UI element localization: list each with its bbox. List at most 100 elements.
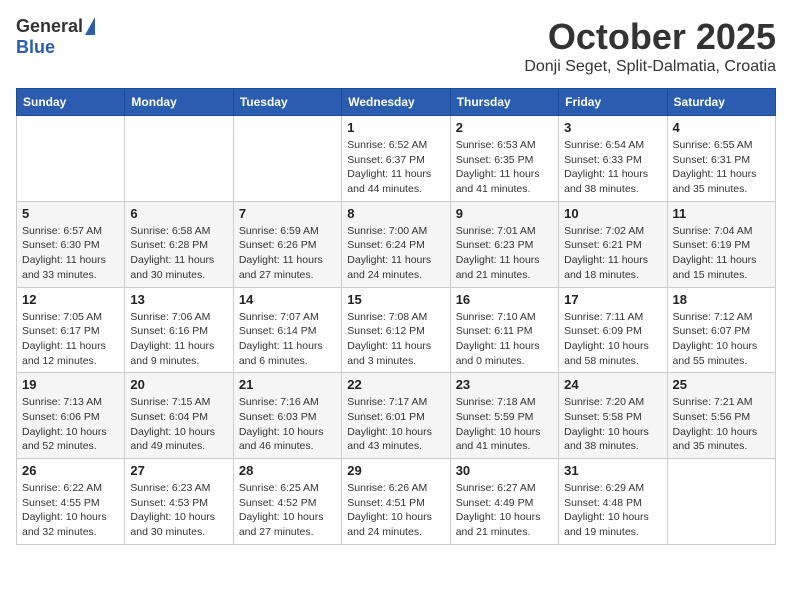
day-info: Sunrise: 7:12 AM Sunset: 6:07 PM Dayligh…: [673, 310, 770, 369]
calendar-cell: 31 Sunrise: 6:29 AM Sunset: 4:48 PM Dayli…: [559, 459, 667, 545]
calendar-week-row: 19 Sunrise: 7:13 AM Sunset: 6:06 PM Dayli…: [17, 373, 776, 459]
day-info: Sunrise: 6:29 AM Sunset: 4:48 PM Dayligh…: [564, 481, 661, 540]
month-title: October 2025: [524, 16, 776, 58]
calendar-cell: 6 Sunrise: 6:58 AM Sunset: 6:28 PM Daylig…: [125, 201, 233, 287]
calendar-week-row: 26 Sunrise: 6:22 AM Sunset: 4:55 PM Dayli…: [17, 459, 776, 545]
calendar-cell: 20 Sunrise: 7:15 AM Sunset: 6:04 PM Dayli…: [125, 373, 233, 459]
weekday-header-sunday: Sunday: [17, 89, 125, 116]
calendar-week-row: 1Sunrise: 6:52 AM Sunset: 6:37 PM Daylig…: [17, 116, 776, 202]
calendar-cell: 26 Sunrise: 6:22 AM Sunset: 4:55 PM Dayli…: [17, 459, 125, 545]
calendar-table: SundayMondayTuesdayWednesdayThursdayFrid…: [16, 88, 776, 545]
weekday-header-friday: Friday: [559, 89, 667, 116]
day-number: 28: [239, 463, 336, 478]
weekday-header-monday: Monday: [125, 89, 233, 116]
day-number: 3: [564, 120, 661, 135]
day-number: 14: [239, 292, 336, 307]
calendar-cell: 16 Sunrise: 7:10 AM Sunset: 6:11 PM Dayli…: [450, 287, 558, 373]
page-header: General Blue October 2025 Donji Seget, S…: [16, 16, 776, 76]
day-info: Sunrise: 6:54 AM Sunset: 6:33 PM Dayligh…: [564, 138, 661, 197]
day-number: 7: [239, 206, 336, 221]
calendar-cell: 24 Sunrise: 7:20 AM Sunset: 5:58 PM Dayli…: [559, 373, 667, 459]
day-info: Sunrise: 6:26 AM Sunset: 4:51 PM Dayligh…: [347, 481, 444, 540]
day-info: Sunrise: 7:04 AM Sunset: 6:19 PM Dayligh…: [673, 224, 770, 283]
calendar-cell: 2Sunrise: 6:53 AM Sunset: 6:35 PM Daylig…: [450, 116, 558, 202]
calendar-cell: 30 Sunrise: 6:27 AM Sunset: 4:49 PM Dayli…: [450, 459, 558, 545]
day-number: 27: [130, 463, 227, 478]
weekday-header-thursday: Thursday: [450, 89, 558, 116]
day-info: Sunrise: 7:10 AM Sunset: 6:11 PM Dayligh…: [456, 310, 553, 369]
calendar-cell: 8Sunrise: 7:00 AM Sunset: 6:24 PM Daylig…: [342, 201, 450, 287]
day-info: Sunrise: 7:20 AM Sunset: 5:58 PM Dayligh…: [564, 395, 661, 454]
logo-blue-text: Blue: [16, 37, 55, 58]
logo-triangle-icon: [85, 17, 95, 35]
calendar-cell: 4Sunrise: 6:55 AM Sunset: 6:31 PM Daylig…: [667, 116, 775, 202]
day-info: Sunrise: 7:16 AM Sunset: 6:03 PM Dayligh…: [239, 395, 336, 454]
day-number: 19: [22, 377, 119, 392]
day-number: 16: [456, 292, 553, 307]
weekday-header-wednesday: Wednesday: [342, 89, 450, 116]
day-info: Sunrise: 6:22 AM Sunset: 4:55 PM Dayligh…: [22, 481, 119, 540]
day-info: Sunrise: 7:08 AM Sunset: 6:12 PM Dayligh…: [347, 310, 444, 369]
calendar-cell: 9 Sunrise: 7:01 AM Sunset: 6:23 PM Daylig…: [450, 201, 558, 287]
day-number: 30: [456, 463, 553, 478]
day-number: 20: [130, 377, 227, 392]
calendar-cell: 14 Sunrise: 7:07 AM Sunset: 6:14 PM Dayli…: [233, 287, 341, 373]
weekday-header-saturday: Saturday: [667, 89, 775, 116]
day-info: Sunrise: 6:52 AM Sunset: 6:37 PM Dayligh…: [347, 138, 444, 197]
day-info: Sunrise: 6:27 AM Sunset: 4:49 PM Dayligh…: [456, 481, 553, 540]
day-number: 21: [239, 377, 336, 392]
weekday-header-tuesday: Tuesday: [233, 89, 341, 116]
day-number: 26: [22, 463, 119, 478]
day-info: Sunrise: 7:21 AM Sunset: 5:56 PM Dayligh…: [673, 395, 770, 454]
calendar-cell: 22 Sunrise: 7:17 AM Sunset: 6:01 PM Dayli…: [342, 373, 450, 459]
day-number: 22: [347, 377, 444, 392]
day-info: Sunrise: 6:58 AM Sunset: 6:28 PM Dayligh…: [130, 224, 227, 283]
day-info: Sunrise: 7:18 AM Sunset: 5:59 PM Dayligh…: [456, 395, 553, 454]
calendar-cell: 18Sunrise: 7:12 AM Sunset: 6:07 PM Dayli…: [667, 287, 775, 373]
day-number: 17: [564, 292, 661, 307]
day-number: 5: [22, 206, 119, 221]
day-info: Sunrise: 6:23 AM Sunset: 4:53 PM Dayligh…: [130, 481, 227, 540]
calendar-cell: 23 Sunrise: 7:18 AM Sunset: 5:59 PM Dayli…: [450, 373, 558, 459]
calendar-cell: [17, 116, 125, 202]
day-info: Sunrise: 6:57 AM Sunset: 6:30 PM Dayligh…: [22, 224, 119, 283]
day-number: 12: [22, 292, 119, 307]
day-number: 24: [564, 377, 661, 392]
day-number: 9: [456, 206, 553, 221]
calendar-cell: 19 Sunrise: 7:13 AM Sunset: 6:06 PM Dayli…: [17, 373, 125, 459]
logo-general-text: General: [16, 16, 83, 37]
calendar-cell: 11 Sunrise: 7:04 AM Sunset: 6:19 PM Dayli…: [667, 201, 775, 287]
calendar-cell: 13 Sunrise: 7:06 AM Sunset: 6:16 PM Dayli…: [125, 287, 233, 373]
day-number: 31: [564, 463, 661, 478]
day-number: 13: [130, 292, 227, 307]
calendar-cell: 27 Sunrise: 6:23 AM Sunset: 4:53 PM Dayli…: [125, 459, 233, 545]
day-number: 23: [456, 377, 553, 392]
title-block: October 2025 Donji Seget, Split-Dalmatia…: [524, 16, 776, 76]
calendar-cell: 21 Sunrise: 7:16 AM Sunset: 6:03 PM Dayli…: [233, 373, 341, 459]
day-number: 6: [130, 206, 227, 221]
day-info: Sunrise: 7:01 AM Sunset: 6:23 PM Dayligh…: [456, 224, 553, 283]
calendar-week-row: 5 Sunrise: 6:57 AM Sunset: 6:30 PM Daylig…: [17, 201, 776, 287]
calendar-week-row: 12Sunrise: 7:05 AM Sunset: 6:17 PM Dayli…: [17, 287, 776, 373]
calendar-cell: 5 Sunrise: 6:57 AM Sunset: 6:30 PM Daylig…: [17, 201, 125, 287]
day-info: Sunrise: 7:06 AM Sunset: 6:16 PM Dayligh…: [130, 310, 227, 369]
day-info: Sunrise: 6:53 AM Sunset: 6:35 PM Dayligh…: [456, 138, 553, 197]
day-number: 4: [673, 120, 770, 135]
weekday-header-row: SundayMondayTuesdayWednesdayThursdayFrid…: [17, 89, 776, 116]
day-info: Sunrise: 7:02 AM Sunset: 6:21 PM Dayligh…: [564, 224, 661, 283]
calendar-cell: [233, 116, 341, 202]
calendar-cell: 17Sunrise: 7:11 AM Sunset: 6:09 PM Dayli…: [559, 287, 667, 373]
day-info: Sunrise: 7:17 AM Sunset: 6:01 PM Dayligh…: [347, 395, 444, 454]
calendar-cell: 28Sunrise: 6:25 AM Sunset: 4:52 PM Dayli…: [233, 459, 341, 545]
logo: General Blue: [16, 16, 95, 58]
day-info: Sunrise: 7:07 AM Sunset: 6:14 PM Dayligh…: [239, 310, 336, 369]
day-number: 11: [673, 206, 770, 221]
calendar-cell: 10Sunrise: 7:02 AM Sunset: 6:21 PM Dayli…: [559, 201, 667, 287]
calendar-cell: 3 Sunrise: 6:54 AM Sunset: 6:33 PM Daylig…: [559, 116, 667, 202]
day-number: 15: [347, 292, 444, 307]
day-info: Sunrise: 7:15 AM Sunset: 6:04 PM Dayligh…: [130, 395, 227, 454]
calendar-cell: 25Sunrise: 7:21 AM Sunset: 5:56 PM Dayli…: [667, 373, 775, 459]
calendar-cell: 15 Sunrise: 7:08 AM Sunset: 6:12 PM Dayli…: [342, 287, 450, 373]
location-title: Donji Seget, Split-Dalmatia, Croatia: [524, 58, 776, 76]
day-info: Sunrise: 7:13 AM Sunset: 6:06 PM Dayligh…: [22, 395, 119, 454]
